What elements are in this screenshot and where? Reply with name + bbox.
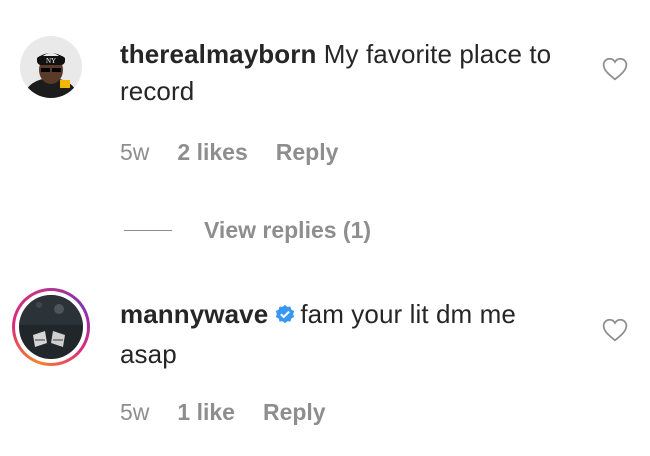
- comment-timestamp: 5w: [120, 139, 150, 165]
- divider-line: [124, 230, 172, 231]
- likes-count[interactable]: 2 likes: [177, 139, 247, 166]
- like-button[interactable]: [602, 57, 628, 86]
- verified-badge-icon: [274, 299, 296, 336]
- heart-outline-icon: [602, 318, 628, 342]
- story-avatar[interactable]: [12, 288, 90, 366]
- reply-button[interactable]: Reply: [263, 399, 326, 426]
- username[interactable]: therealmayborn: [120, 39, 316, 69]
- story-ring-avatar-photo-icon: [19, 295, 83, 359]
- comment-meta: 5w 1 like Reply: [120, 399, 326, 426]
- like-button[interactable]: [602, 318, 628, 347]
- comment-text-block: mannywave fam your lit dm me asap: [120, 296, 580, 373]
- user-avatar-photo-icon: NY: [20, 36, 82, 98]
- avatar[interactable]: NY: [20, 36, 82, 98]
- view-replies-button[interactable]: View replies (1): [124, 217, 371, 244]
- comment-text-block: therealmayborn My favorite place to reco…: [120, 36, 580, 110]
- likes-count[interactable]: 1 like: [177, 399, 235, 426]
- svg-text:NY: NY: [46, 57, 56, 65]
- view-replies-label: View replies (1): [204, 217, 372, 243]
- reply-button[interactable]: Reply: [276, 139, 339, 166]
- avatar: [19, 295, 83, 359]
- heart-outline-icon: [602, 57, 628, 81]
- comment-timestamp: 5w: [120, 399, 150, 425]
- username[interactable]: mannywave: [120, 299, 268, 329]
- comment-meta: 5w 2 likes Reply: [120, 139, 338, 166]
